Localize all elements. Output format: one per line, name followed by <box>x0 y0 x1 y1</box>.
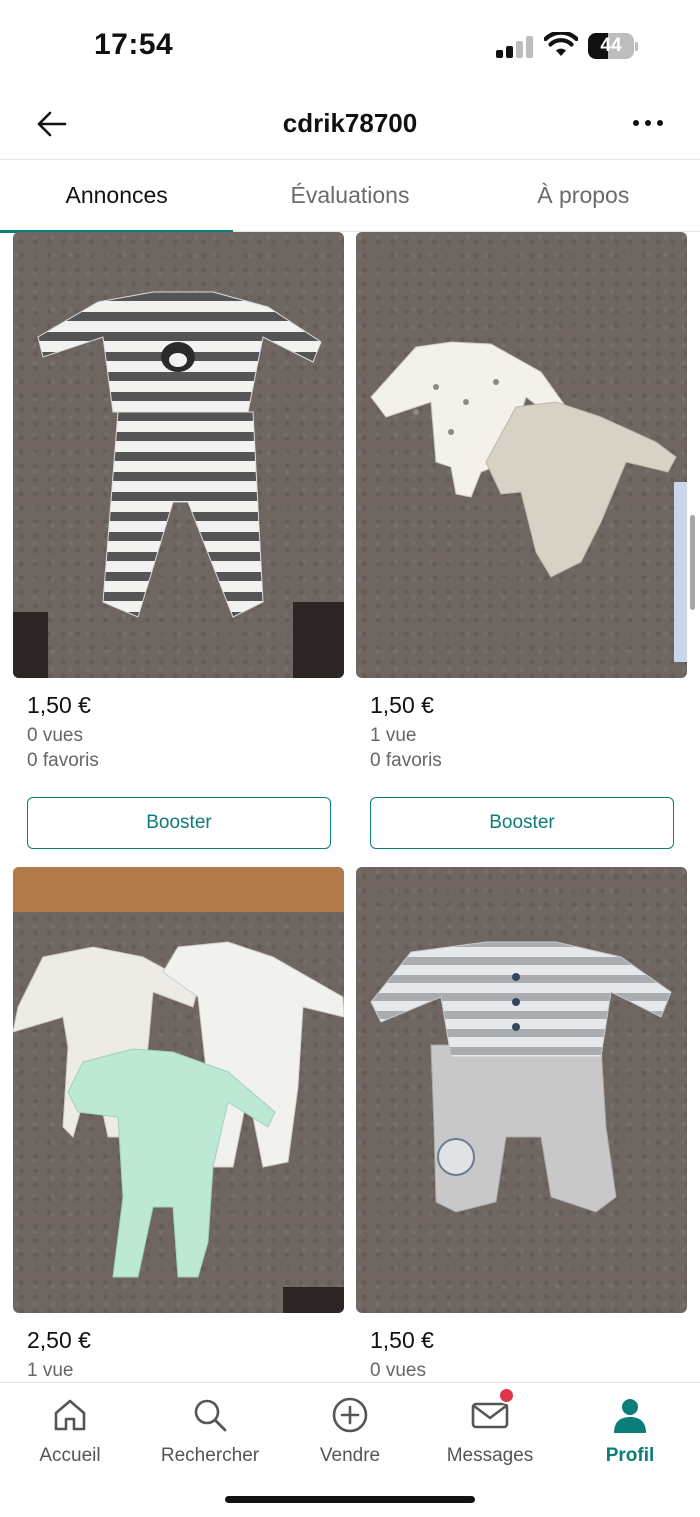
battery-icon: 44 <box>588 33 638 59</box>
nav-profil[interactable]: Profil <box>560 1393 700 1467</box>
nav-label: Profil <box>605 1445 655 1466</box>
listing-price: 1,50 € <box>370 692 434 718</box>
plus-circle-icon <box>332 1397 368 1433</box>
notification-badge <box>498 1387 515 1404</box>
listing-price: 1,50 € <box>27 692 91 718</box>
listing-favorites: 0 favoris <box>370 750 442 771</box>
search-icon <box>194 1399 227 1432</box>
person-icon <box>614 1399 646 1433</box>
booster-button[interactable]: Booster <box>370 797 674 849</box>
listing-views: 0 vues <box>27 725 83 746</box>
nav-label: Messages <box>446 1445 534 1466</box>
page-title: cdrik78700 <box>282 108 418 138</box>
status-time: 17:54 <box>94 28 174 61</box>
nav-label: Accueil <box>39 1445 101 1466</box>
listing-views: 1 vue <box>370 725 417 746</box>
back-arrow-icon <box>37 111 67 137</box>
listing-card[interactable]: 2,50 € 1 vue <box>13 867 344 1382</box>
listing-card[interactable]: 1,50 € 0 vues <box>356 867 687 1382</box>
nav-messages[interactable]: Messages <box>420 1387 560 1467</box>
home-icon <box>54 1399 86 1431</box>
nav-accueil[interactable]: Accueil <box>0 1393 140 1467</box>
listing-photo-striped-outfit[interactable] <box>13 232 344 678</box>
profile-header: cdrik78700 <box>0 90 700 160</box>
booster-button[interactable]: Booster <box>27 797 331 849</box>
listing-price: 1,50 € <box>370 1327 434 1353</box>
nav-vendre[interactable]: Vendre <box>280 1393 420 1467</box>
tab-annonces[interactable]: Annonces <box>0 160 234 233</box>
listing-price: 2,50 € <box>27 1327 91 1353</box>
nav-label: Rechercher <box>160 1445 260 1466</box>
nav-label: Vendre <box>319 1445 381 1466</box>
status-bar: 17:54 44 <box>0 0 700 90</box>
cellular-signal-icon <box>496 36 534 58</box>
listing-photo-grey-outfit[interactable] <box>356 867 687 1313</box>
tab-a-propos[interactable]: À propos <box>467 160 700 231</box>
listing-card[interactable]: 1,50 € 1 vue 0 favoris Booster <box>356 232 687 849</box>
battery-level: 44 <box>600 35 622 56</box>
wifi-icon <box>543 30 579 63</box>
listing-views: 0 vues <box>370 1360 426 1381</box>
profile-tabs: Annonces Évaluations À propos <box>0 160 700 233</box>
back-button[interactable] <box>30 104 74 144</box>
listing-views: 1 vue <box>27 1360 74 1381</box>
more-dots-icon <box>633 120 639 126</box>
listing-photo-bodysuits[interactable] <box>356 232 687 678</box>
listing-favorites: 0 favoris <box>27 750 99 771</box>
home-indicator[interactable] <box>225 1496 475 1503</box>
tab-evaluations[interactable]: Évaluations <box>233 160 466 231</box>
listing-card[interactable]: 1,50 € 0 vues 0 favoris Booster <box>13 232 344 849</box>
more-options-button[interactable] <box>624 108 672 138</box>
scrollbar[interactable] <box>690 515 695 610</box>
listing-photo-sleepsuits[interactable] <box>13 867 344 1313</box>
listings-grid: 1,50 € 0 vues 0 favoris Booster 1,50 € 1… <box>0 232 700 1382</box>
nav-rechercher[interactable]: Rechercher <box>140 1393 280 1467</box>
